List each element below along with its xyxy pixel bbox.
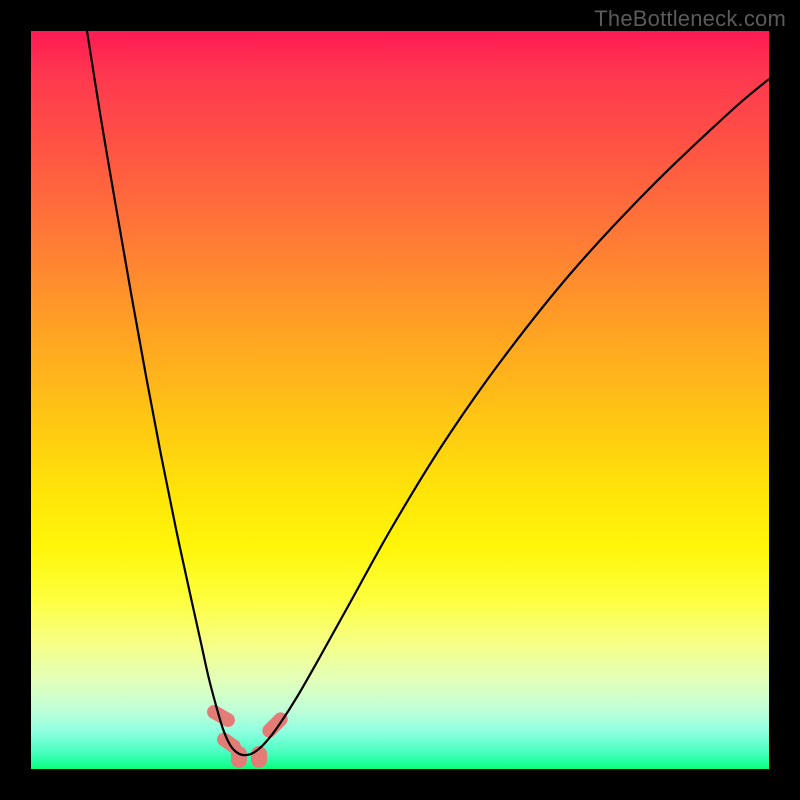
bottleneck-curve (87, 31, 769, 755)
chart-frame: TheBottleneck.com (0, 0, 800, 800)
plot-area (31, 31, 769, 769)
curve-svg (31, 31, 769, 769)
watermark-text: TheBottleneck.com (594, 6, 786, 32)
